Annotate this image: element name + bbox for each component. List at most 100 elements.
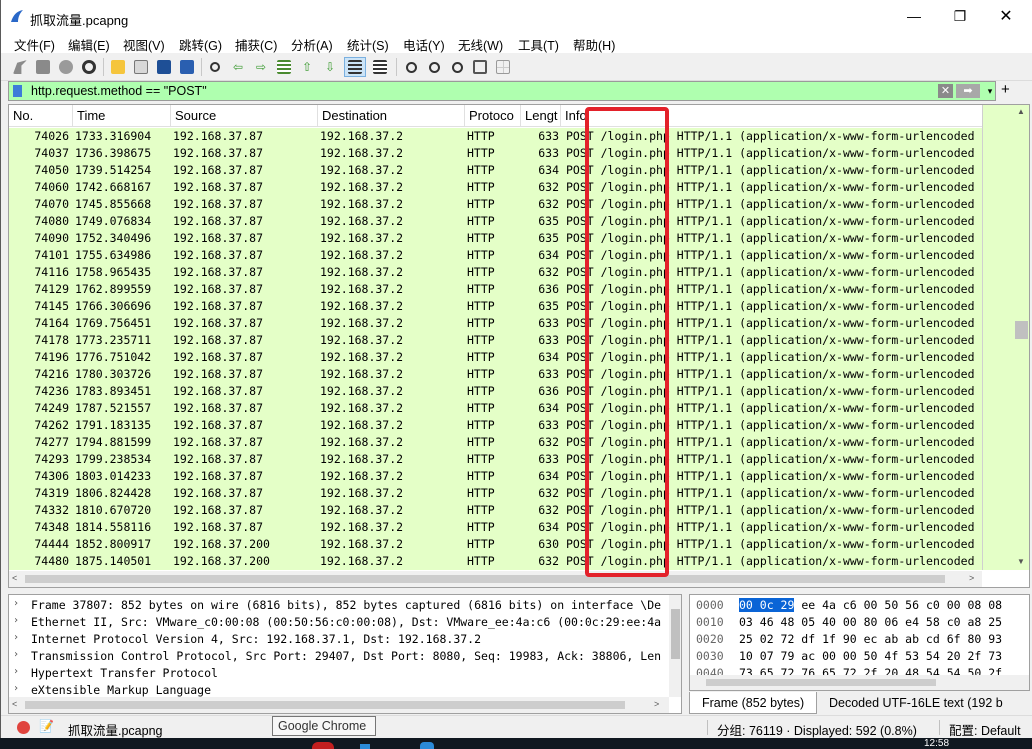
packet-row[interactable]: 74262 1791.183135 192.168.37.87 192.168.37.… (9, 417, 982, 434)
zoom-in-icon[interactable] (402, 58, 420, 76)
packet-list-vscroll[interactable]: ▲ ▼ (982, 105, 1029, 570)
layout-icon[interactable] (494, 58, 512, 76)
resize-columns-icon[interactable] (471, 58, 489, 76)
taskbar-app-icon[interactable] (420, 742, 434, 749)
menu-view[interactable]: 视图(V) (123, 35, 165, 54)
packet-row[interactable]: 74249 1787.521557 192.168.37.87 192.168.37.… (9, 400, 982, 417)
cell-protocol: HTTP (467, 333, 495, 347)
packet-row[interactable]: 74293 1799.238534 192.168.37.87 192.168.37.… (9, 451, 982, 468)
save-file-icon[interactable] (132, 58, 150, 76)
packet-list-hscroll[interactable]: < > (9, 571, 982, 587)
menu-telephony[interactable]: 电话(Y) (403, 35, 445, 54)
packet-row[interactable]: 74348 1814.558116 192.168.37.87 192.168.37.… (9, 519, 982, 536)
packet-row[interactable]: 74178 1773.235711 192.168.37.87 192.168.37.… (9, 332, 982, 349)
details-hscroll[interactable]: < > (9, 697, 669, 713)
scroll-thumb[interactable] (1015, 321, 1028, 339)
cell-protocol: HTTP (467, 401, 495, 415)
bytes-hscroll[interactable] (690, 675, 1029, 690)
menu-go[interactable]: 跳转(G) (179, 35, 222, 54)
packet-row[interactable]: 74129 1762.899559 192.168.37.87 192.168.37.… (9, 281, 982, 298)
packet-row[interactable]: 74164 1769.756451 192.168.37.87 192.168.37.… (9, 315, 982, 332)
packet-row[interactable]: 74480 1875.140501 192.168.37.200 192.168.37… (9, 553, 982, 570)
clear-filter-icon[interactable]: ✕ (938, 84, 953, 98)
expert-info-icon[interactable] (17, 721, 30, 734)
status-profile[interactable]: 配置: Default (949, 720, 1021, 738)
packet-row[interactable]: 74070 1745.855668 192.168.37.87 192.168.37.… (9, 196, 982, 213)
zoom-out-icon[interactable] (425, 58, 443, 76)
menu-wireless[interactable]: 无线(W) (458, 35, 503, 54)
back-icon[interactable]: ⇦ (229, 58, 247, 76)
scroll-up-icon[interactable]: ▲ (1017, 107, 1025, 116)
cell-no: 74236 (34, 384, 69, 398)
autoscroll-icon[interactable] (344, 57, 366, 77)
add-filter-button[interactable]: + (1001, 81, 1010, 98)
menu-file[interactable]: 文件(F) (14, 35, 55, 54)
open-file-icon[interactable] (109, 58, 127, 76)
menu-capture[interactable]: 捕获(C) (235, 35, 277, 54)
display-filter-input[interactable]: http.request.method == "POST" (31, 84, 207, 98)
menu-edit[interactable]: 编辑(E) (68, 35, 110, 54)
column-header-protocol[interactable]: Protoco (465, 105, 521, 127)
packet-row[interactable]: 74216 1780.303726 192.168.37.87 192.168.37.… (9, 366, 982, 383)
menu-statistics[interactable]: 统计(S) (347, 35, 389, 54)
packet-row[interactable]: 74037 1736.398675 192.168.37.87 192.168.37.… (9, 145, 982, 162)
packet-row[interactable]: 74026 1733.316904 192.168.37.87 192.168.37.… (9, 128, 982, 145)
column-header-time[interactable]: Time (73, 105, 171, 127)
cell-destination: 192.168.37.2 (320, 503, 404, 517)
hscroll-thumb[interactable] (25, 575, 945, 583)
tab-decoded-text[interactable]: Decoded UTF-16LE text (192 b (817, 692, 1015, 714)
maximize-button[interactable]: ❐ (937, 0, 983, 33)
last-packet-icon[interactable]: ⇩ (321, 58, 339, 76)
packet-row[interactable]: 74319 1806.824428 192.168.37.87 192.168.37.… (9, 485, 982, 502)
menu-help[interactable]: 帮助(H) (573, 35, 615, 54)
packet-row[interactable]: 74060 1742.668167 192.168.37.87 192.168.37.… (9, 179, 982, 196)
column-header-no[interactable]: No. (9, 105, 73, 127)
filter-bookmark-icon[interactable] (13, 85, 22, 97)
packet-row[interactable]: 74332 1810.670720 192.168.37.87 192.168.37.… (9, 502, 982, 519)
packet-row[interactable]: 74145 1766.306696 192.168.37.87 192.168.37.… (9, 298, 982, 315)
close-window-button[interactable]: ✕ (983, 0, 1029, 33)
packet-row[interactable]: 74116 1758.965435 192.168.37.87 192.168.37.… (9, 264, 982, 281)
cell-time: 1745.855668 (75, 197, 152, 211)
tab-frame-bytes[interactable]: Frame (852 bytes) (689, 692, 818, 714)
colorize-icon[interactable] (371, 58, 389, 76)
menu-analyze[interactable]: 分析(A) (291, 35, 333, 54)
taskbar-app-icon[interactable] (360, 744, 370, 749)
go-to-packet-icon[interactable] (275, 58, 293, 76)
column-header-destination[interactable]: Destination (318, 105, 465, 127)
os-taskbar (0, 738, 1032, 749)
packet-row[interactable]: 74050 1739.514254 192.168.37.87 192.168.37.… (9, 162, 982, 179)
packet-row[interactable]: 74080 1749.076834 192.168.37.87 192.168.37.… (9, 213, 982, 230)
packet-row[interactable]: 74306 1803.014233 192.168.37.87 192.168.37.… (9, 468, 982, 485)
restart-icon[interactable] (57, 58, 75, 76)
packet-row[interactable]: 74090 1752.340496 192.168.37.87 192.168.37.… (9, 230, 982, 247)
column-header-length[interactable]: Lengt (521, 105, 561, 127)
cell-time: 1769.756451 (75, 316, 152, 330)
close-file-icon[interactable] (155, 58, 173, 76)
options-gear-icon[interactable] (80, 58, 98, 76)
scroll-right-icon[interactable]: > (969, 573, 974, 583)
cell-protocol: HTTP (467, 248, 495, 262)
scroll-left-icon[interactable]: < (12, 573, 17, 583)
packet-row[interactable]: 74196 1776.751042 192.168.37.87 192.168.37.… (9, 349, 982, 366)
filter-history-dropdown-icon[interactable]: ▾ (984, 84, 996, 98)
reload-icon[interactable] (178, 58, 196, 76)
minimize-button[interactable]: — (891, 0, 937, 33)
capture-comment-icon[interactable]: 📝 (39, 719, 54, 733)
packet-row[interactable]: 74277 1794.881599 192.168.37.87 192.168.37.… (9, 434, 982, 451)
stop-icon[interactable] (34, 58, 52, 76)
forward-icon[interactable]: ⇨ (252, 58, 270, 76)
taskbar-app-icon[interactable] (312, 742, 334, 749)
packet-row[interactable]: 74236 1783.893451 192.168.37.87 192.168.37.… (9, 383, 982, 400)
column-header-source[interactable]: Source (171, 105, 318, 127)
zoom-normal-icon[interactable] (448, 58, 466, 76)
first-packet-icon[interactable]: ⇧ (298, 58, 316, 76)
shark-start-icon[interactable] (11, 58, 29, 76)
packet-row[interactable]: 74101 1755.634986 192.168.37.87 192.168.37.… (9, 247, 982, 264)
apply-filter-arrow-icon[interactable]: ➡ (956, 84, 980, 98)
find-icon[interactable] (206, 58, 224, 76)
details-vscroll[interactable] (669, 595, 681, 697)
packet-row[interactable]: 74444 1852.800917 192.168.37.200 192.168.37… (9, 536, 982, 553)
menu-tools[interactable]: 工具(T) (518, 35, 559, 54)
scroll-down-icon[interactable]: ▼ (1017, 557, 1025, 566)
